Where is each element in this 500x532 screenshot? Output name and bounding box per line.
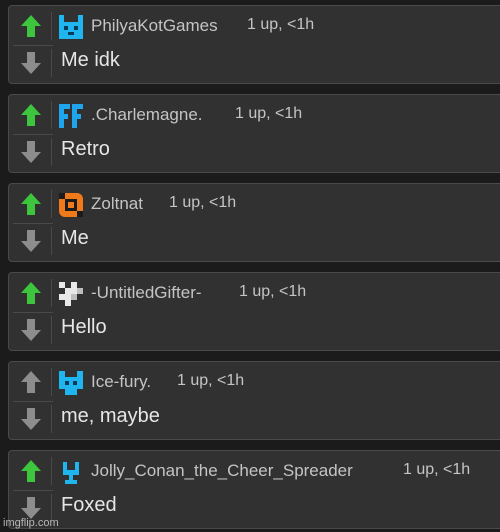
- comment: Zoltnat 1 up, <1h Me: [8, 183, 500, 262]
- comment: .Charlemagne. 1 up, <1h Retro: [8, 94, 500, 173]
- up-arrow-icon: [21, 282, 41, 304]
- vote-controls: [9, 6, 53, 83]
- avatar-icon[interactable]: [57, 191, 85, 219]
- comment-meta: 1 up, <1h: [239, 283, 307, 300]
- username-link[interactable]: Jolly_Conan_the_Cheer_Spreader: [91, 461, 353, 481]
- upvote-button[interactable]: [13, 365, 52, 399]
- vote-controls: [9, 273, 53, 350]
- username-link[interactable]: .Charlemagne.: [91, 105, 203, 125]
- comment-text: Me idk: [61, 49, 120, 71]
- comment-meta: 1 up, <1h: [235, 105, 303, 122]
- comment-meta: 1 up, <1h: [403, 461, 471, 478]
- username-link[interactable]: PhilyaKotGames: [91, 16, 218, 36]
- up-arrow-icon: [21, 371, 41, 393]
- up-arrow-icon: [21, 193, 41, 215]
- upvote-button[interactable]: [13, 9, 52, 43]
- comment: -UntitledGifter- 1 up, <1h Hello: [8, 272, 500, 351]
- comment-text: Me: [61, 227, 89, 249]
- comment: Jolly_Conan_the_Cheer_Spreader 1 up, <1h…: [8, 450, 500, 529]
- comment: Ice-fury. 1 up, <1h me, maybe: [8, 361, 500, 440]
- vote-controls: [9, 95, 53, 172]
- up-arrow-icon: [21, 15, 41, 37]
- avatar-icon[interactable]: [57, 102, 85, 130]
- comment-text: Hello: [61, 316, 107, 338]
- comment-text: Retro: [61, 138, 110, 160]
- comment-text: me, maybe: [61, 405, 160, 427]
- downvote-button[interactable]: [13, 224, 52, 258]
- comment-meta: 1 up, <1h: [247, 16, 315, 33]
- downvote-button[interactable]: [13, 135, 52, 169]
- down-arrow-icon: [21, 141, 41, 163]
- upvote-button[interactable]: [13, 276, 52, 310]
- comment-text: Foxed: [61, 494, 117, 516]
- avatar-icon[interactable]: [57, 280, 85, 308]
- comment: PhilyaKotGames 1 up, <1h Me idk: [8, 5, 500, 84]
- vote-controls: [9, 362, 53, 439]
- username-link[interactable]: Zoltnat: [91, 194, 143, 214]
- upvote-button[interactable]: [13, 454, 52, 488]
- vote-controls: [9, 184, 53, 261]
- down-arrow-icon: [21, 319, 41, 341]
- comment-meta: 1 up, <1h: [177, 372, 245, 389]
- down-arrow-icon: [21, 52, 41, 74]
- downvote-button[interactable]: [13, 313, 52, 347]
- username-link[interactable]: Ice-fury.: [91, 372, 151, 392]
- up-arrow-icon: [21, 460, 41, 482]
- down-arrow-icon: [21, 408, 41, 430]
- down-arrow-icon: [21, 230, 41, 252]
- comment-meta: 1 up, <1h: [169, 194, 237, 211]
- upvote-button[interactable]: [13, 187, 52, 221]
- downvote-button[interactable]: [13, 46, 52, 80]
- watermark: imgflip.com: [3, 517, 59, 529]
- upvote-button[interactable]: [13, 98, 52, 132]
- username-link[interactable]: -UntitledGifter-: [91, 283, 202, 303]
- avatar-icon[interactable]: [57, 458, 85, 486]
- up-arrow-icon: [21, 104, 41, 126]
- downvote-button[interactable]: [13, 402, 52, 436]
- avatar-icon[interactable]: [57, 13, 85, 41]
- avatar-icon[interactable]: [57, 369, 85, 397]
